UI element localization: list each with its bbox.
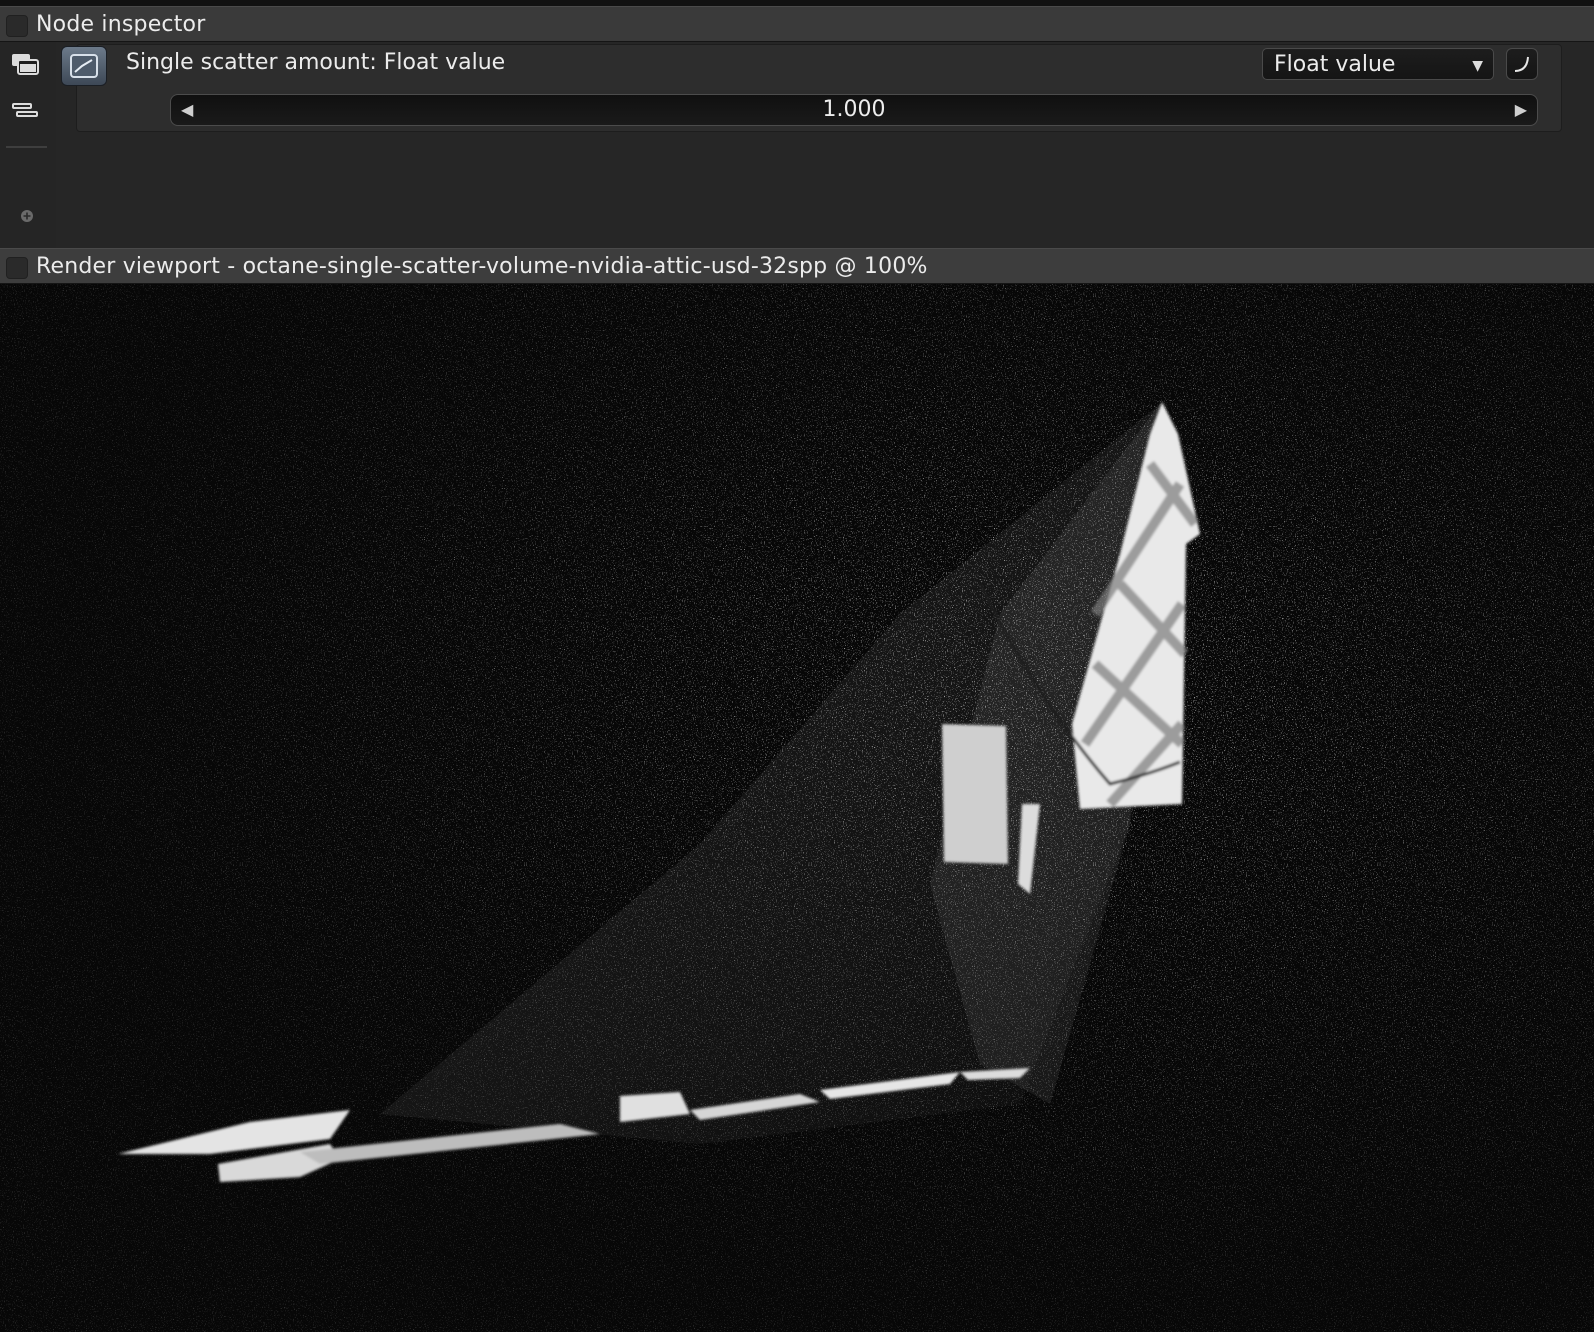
render-viewport[interactable] — [0, 284, 1594, 1332]
panel-toggle-box[interactable] — [6, 257, 28, 279]
chevron-down-icon: ▼ — [1472, 58, 1483, 74]
value-type-selected: Float value — [1274, 52, 1396, 77]
node-inspector-header: Node inspector — [0, 6, 1594, 42]
curve-button[interactable] — [1506, 48, 1538, 80]
slider-value[interactable]: 1.000 — [171, 97, 1537, 122]
float-node-icon[interactable] — [61, 46, 107, 86]
render-image[interactable] — [0, 284, 1594, 1332]
node-inspector-title: Node inspector — [36, 12, 206, 37]
graph-glyph — [70, 54, 98, 78]
layers-icon[interactable] — [10, 50, 42, 80]
add-node-icon[interactable] — [20, 208, 34, 222]
curve-icon — [1514, 56, 1529, 72]
render-viewport-title: Render viewport - octane-single-scatter-… — [36, 254, 928, 279]
parameter-title: Single scatter amount: Float value — [126, 50, 506, 75]
render-viewport-header: Render viewport - octane-single-scatter-… — [0, 248, 1594, 284]
panel-toggle-box[interactable] — [6, 15, 28, 37]
list-collapse-icon[interactable] — [10, 96, 42, 126]
toolbar-divider — [6, 146, 47, 148]
slider-increment-arrow[interactable]: ▶ — [1515, 100, 1527, 119]
value-slider[interactable]: ◀ 1.000 ▶ — [170, 94, 1538, 126]
value-type-dropdown[interactable]: Float value ▼ — [1262, 48, 1494, 80]
